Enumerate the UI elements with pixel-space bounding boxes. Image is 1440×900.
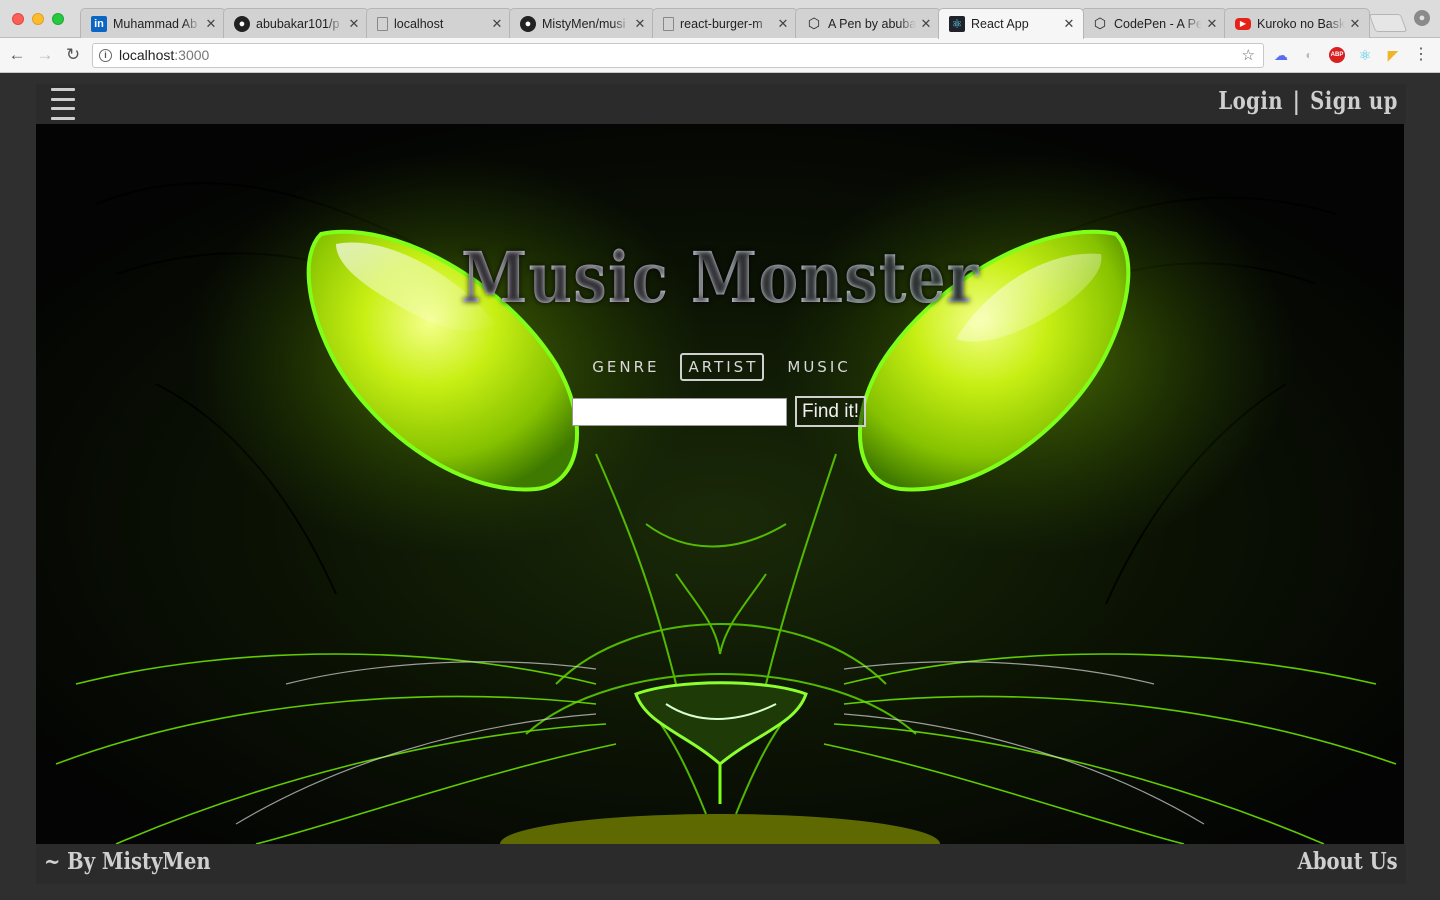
linkedin-icon: in (91, 15, 107, 32)
tab-title: react-burger-m (680, 16, 763, 31)
address-host: localhost (119, 47, 175, 63)
youtube-icon: ▶ (1235, 17, 1251, 30)
window-minimize-button[interactable] (32, 13, 44, 25)
tab-close-icon[interactable]: ✕ (1206, 16, 1218, 32)
tab-close-icon[interactable]: ✕ (1349, 16, 1361, 32)
browser-tab[interactable]: ● abubakar101/p ✕ (223, 8, 369, 38)
hamburger-menu-icon[interactable] (51, 88, 75, 120)
cloud-extension-icon[interactable]: ☁ (1273, 47, 1289, 63)
react-devtools-icon[interactable]: ⚛ (1357, 47, 1373, 63)
tab-title: CodePen - A Pe (1114, 16, 1202, 31)
new-tab-button[interactable] (1368, 14, 1408, 32)
tab-close-icon[interactable]: ✕ (348, 16, 360, 32)
tab-title: A Pen by abuba (828, 16, 916, 31)
tab-title: React App (971, 17, 1029, 31)
about-us-link[interactable]: About Us (1298, 848, 1398, 875)
back-arrow-icon[interactable]: ← (6, 44, 28, 66)
reload-icon[interactable]: ↻ (62, 44, 84, 66)
find-button[interactable]: Find it! (795, 396, 867, 427)
tab-close-icon[interactable]: ✕ (205, 16, 217, 32)
forward-arrow-icon[interactable]: → (34, 44, 56, 66)
tab-close-icon[interactable]: ✕ (634, 16, 646, 32)
page-icon (663, 16, 674, 31)
auth-links: Login | Sign up (1219, 86, 1398, 115)
auth-separator: | (1293, 86, 1301, 115)
hero-section: Music Monster GENRE ARTIST MUSIC Find it… (36, 124, 1404, 844)
browser-tab-active[interactable]: ⚛ React App ✕ (938, 8, 1084, 39)
tab-close-icon[interactable]: ✕ (491, 16, 503, 32)
address-bar[interactable]: i localhost:3000 ☆ (92, 43, 1264, 68)
adblock-extension-icon[interactable]: ABP (1329, 47, 1345, 63)
mode-tab-genre[interactable]: GENRE (583, 353, 665, 381)
tab-close-icon[interactable]: ✕ (920, 16, 932, 32)
github-icon: ● (520, 15, 536, 32)
codepen-icon: ⬡ (807, 15, 821, 31)
login-link[interactable]: Login (1219, 86, 1284, 115)
browser-menu-icon[interactable]: ⋮ (1413, 47, 1429, 63)
tab-title: Kuroko no Bask (1257, 16, 1345, 31)
github-icon: ● (234, 15, 250, 32)
browser-tab[interactable]: in Muhammad Ab ✕ (80, 8, 226, 38)
flag-extension-icon[interactable]: ◤ (1385, 47, 1401, 63)
tab-title: localhost (394, 16, 444, 31)
info-icon[interactable]: i (99, 49, 112, 62)
mode-tab-music[interactable]: MUSIC (778, 353, 856, 381)
search-input[interactable] (572, 397, 787, 426)
tab-close-icon[interactable]: ✕ (777, 16, 789, 32)
app-footer: ~ By MistyMen About Us (36, 844, 1406, 884)
react-icon: ⚛ (949, 16, 965, 32)
sync-extension-icon[interactable]: ◐ (1301, 47, 1317, 63)
browser-tab[interactable]: ⬡ CodePen - A Pe ✕ (1081, 8, 1227, 38)
tab-title: abubakar101/p (256, 16, 340, 31)
page-icon (377, 16, 388, 31)
bookmark-star-icon[interactable]: ☆ (1242, 44, 1255, 67)
browser-tab[interactable]: ⬡ A Pen by abuba ✕ (795, 8, 941, 38)
browser-tab[interactable]: ● MistyMen/musi ✕ (509, 8, 655, 38)
browser-toolbar: ← → ↻ i localhost:3000 ☆ ☁ ◐ ABP ⚛ ◤ ⋮ (0, 38, 1440, 73)
search-form: Find it! (572, 396, 867, 427)
mode-tab-artist[interactable]: ARTIST (679, 353, 765, 381)
monster-cat-background (36, 124, 1404, 844)
browser-tab[interactable]: localhost ✕ (366, 8, 512, 38)
profile-icon[interactable]: ● (1414, 10, 1430, 26)
window-close-button[interactable] (12, 13, 24, 25)
window-zoom-button[interactable] (52, 13, 64, 25)
search-mode-tabs: GENRE ARTIST MUSIC (36, 353, 1404, 381)
site-title: Music Monster (132, 236, 1308, 319)
codepen-icon: ⬡ (1093, 15, 1107, 31)
tab-title: MistyMen/musi (542, 16, 626, 31)
tab-title: Muhammad Ab (113, 16, 198, 31)
signup-link[interactable]: Sign up (1310, 86, 1398, 115)
app-header: Login | Sign up (36, 84, 1406, 124)
browser-tab[interactable]: ▶ Kuroko no Bask ✕ (1224, 8, 1370, 38)
browser-tabstrip: in Muhammad Ab ✕ ● abubakar101/p ✕ local… (0, 0, 1440, 39)
credit-text: ~ By MistyMen (44, 848, 211, 875)
tab-close-icon[interactable]: ✕ (1063, 16, 1075, 32)
address-port: :3000 (174, 47, 210, 63)
browser-tab[interactable]: react-burger-m ✕ (652, 8, 798, 38)
